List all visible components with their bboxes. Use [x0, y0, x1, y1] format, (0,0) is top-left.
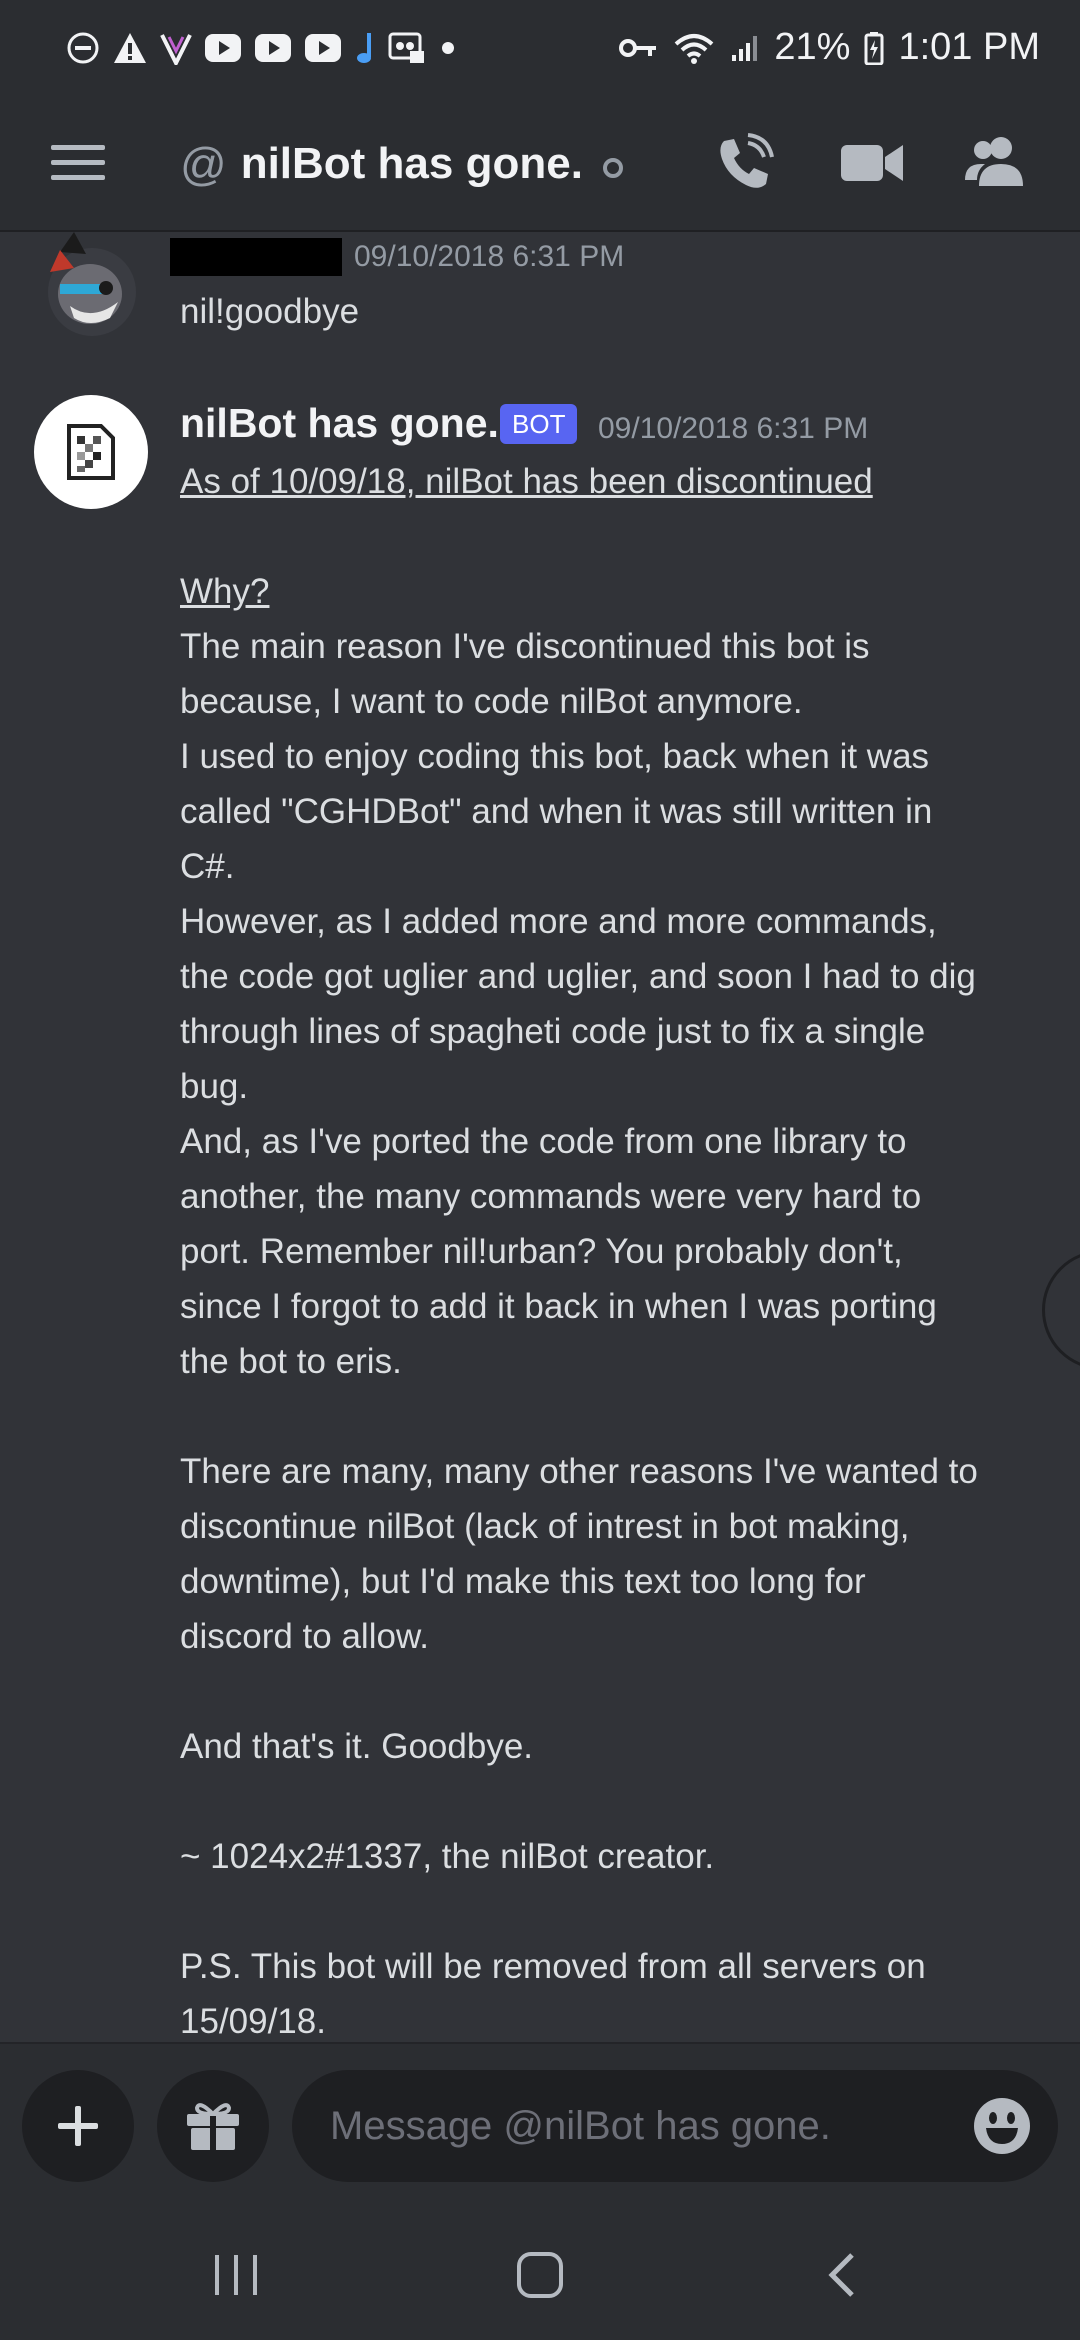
status-time: 1:01 PM: [898, 26, 1040, 68]
recent-apps-icon[interactable]: [196, 2240, 276, 2310]
alert-icon: [112, 31, 148, 65]
home-icon[interactable]: [500, 2240, 580, 2310]
author-name-redacted: [170, 238, 342, 276]
channel-title[interactable]: @ nilBot has gone.: [180, 95, 623, 232]
bot-badge: BOT: [500, 404, 578, 444]
status-system-icons: 21% 1:01 PM: [618, 26, 1040, 69]
plus-icon: [58, 2106, 98, 2146]
page-title: nilBot has gone.: [240, 138, 583, 188]
vivaldi-icon: [160, 31, 192, 65]
add-attachment-button[interactable]: [22, 2070, 134, 2182]
youtube-icon: [204, 33, 242, 63]
message-list[interactable]: 09/10/2018 6:31 PM nil!goodbye nilBot ha…: [0, 232, 1080, 2042]
message-body: As of 10/09/18, nilBot has been disconti…: [180, 454, 1050, 2042]
author-name[interactable]: nilBot has gone.: [180, 400, 499, 447]
menu-icon[interactable]: [50, 135, 106, 191]
status-offline-icon: [602, 157, 623, 178]
music-note-icon: [354, 31, 376, 65]
channel-header: @ nilBot has gone.: [0, 95, 1080, 232]
key-icon: [618, 33, 658, 63]
message-heading: As of 10/09/18, nilBot has been disconti…: [180, 462, 873, 501]
wifi-icon: [672, 30, 716, 66]
message-text: nil!goodbye: [180, 292, 360, 331]
members-icon[interactable]: [964, 131, 1030, 191]
back-icon[interactable]: [802, 2240, 882, 2310]
signal-icon: [730, 33, 760, 63]
status-bar: 21% 1:01 PM: [0, 0, 1080, 95]
message-timestamp: 09/10/2018 6:31 PM: [598, 412, 869, 445]
dot-icon: [438, 38, 458, 58]
system-nav-bar: [0, 2210, 1080, 2340]
status-notification-icons: [66, 31, 458, 65]
message-text: The main reason I've discontinued this b…: [180, 627, 978, 2041]
gift-icon: [187, 2103, 239, 2150]
message-timestamp: 09/10/2018 6:31 PM: [354, 240, 625, 273]
message-input-placeholder: Message @nilBot has gone.: [330, 2103, 831, 2148]
video-icon[interactable]: [840, 135, 904, 191]
emoji-picker-icon[interactable]: [972, 2096, 1032, 2156]
message-subheading: Why?: [180, 572, 270, 611]
call-icon[interactable]: [712, 131, 776, 195]
composer: Message @nilBot has gone.: [0, 2042, 1080, 2210]
dnd-icon: [66, 31, 100, 65]
battery-charging-icon: [864, 31, 884, 65]
message-input[interactable]: Message @nilBot has gone.: [292, 2070, 1058, 2182]
youtube-icon: [254, 33, 292, 63]
at-symbol: @: [180, 137, 227, 190]
gift-button[interactable]: [157, 2070, 269, 2182]
battery-percent: 21%: [774, 26, 851, 68]
bot-avatar[interactable]: [34, 395, 148, 509]
avatar[interactable]: [40, 232, 144, 340]
voicemail-icon: [388, 31, 426, 65]
youtube-icon: [304, 33, 342, 63]
